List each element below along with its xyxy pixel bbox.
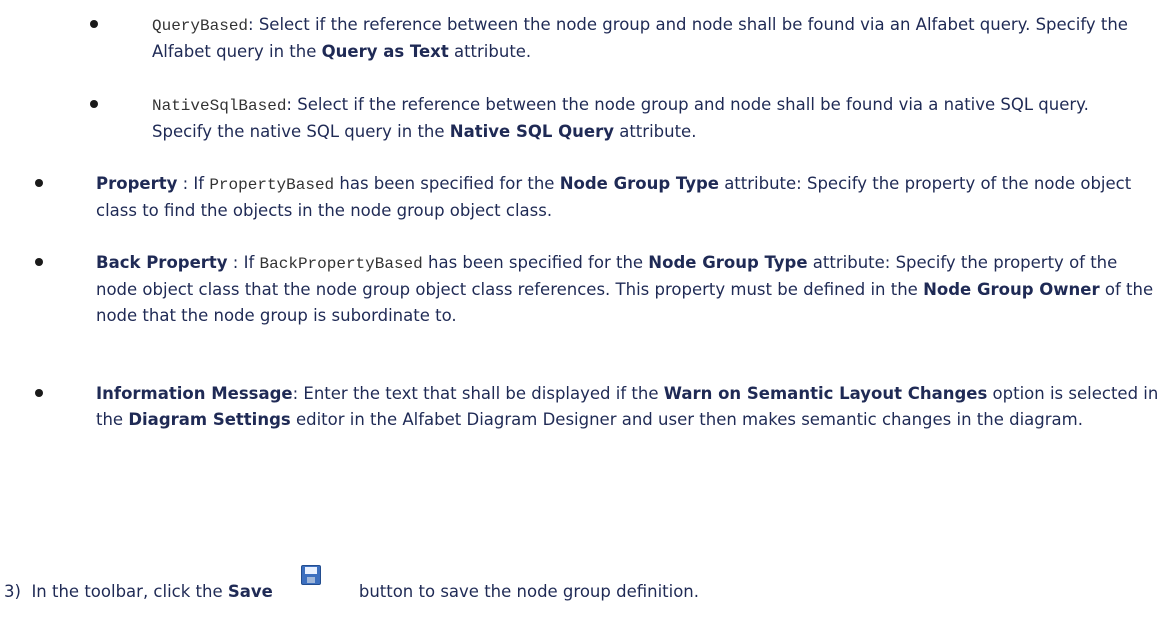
step-number: 3) xyxy=(4,582,21,601)
bold-term: Node Group Type xyxy=(648,253,808,272)
code-term: BackPropertyBased xyxy=(259,255,423,273)
bold-term: Save xyxy=(227,582,273,601)
list-item-text: NativeSqlBased: Select if the reference … xyxy=(152,95,1089,141)
code-term: NativeSqlBased xyxy=(152,97,287,115)
bullet xyxy=(35,258,43,266)
list-item-text: QueryBased: Select if the reference betw… xyxy=(152,15,1128,61)
list-item-text: Back Property : If BackPropertyBased has… xyxy=(96,253,1154,325)
list-item-text: Property : If PropertyBased has been spe… xyxy=(96,174,1132,220)
term-label: Property xyxy=(96,174,178,193)
bold-term: Query as Text xyxy=(321,42,449,61)
code-term: QueryBased xyxy=(152,17,249,35)
save-icon xyxy=(300,565,321,585)
bold-term: Warn on Semantic Layout Changes xyxy=(663,384,988,403)
term-label: Back Property xyxy=(96,253,228,272)
bold-term: Diagram Settings xyxy=(128,410,291,429)
code-term: PropertyBased xyxy=(209,176,335,194)
bullet xyxy=(35,389,43,397)
bold-term: Node Group Owner xyxy=(923,280,1100,299)
bullet xyxy=(35,179,43,187)
term-label: Information Message xyxy=(96,384,293,403)
step-3: 3) In the toolbar, click the Save button … xyxy=(4,565,699,605)
bullet xyxy=(90,20,98,28)
bold-term: Native SQL Query xyxy=(449,122,614,141)
list-item-text: Information Message: Enter the text that… xyxy=(96,384,1159,429)
bold-term: Node Group Type xyxy=(559,174,719,193)
bullet xyxy=(90,100,98,108)
